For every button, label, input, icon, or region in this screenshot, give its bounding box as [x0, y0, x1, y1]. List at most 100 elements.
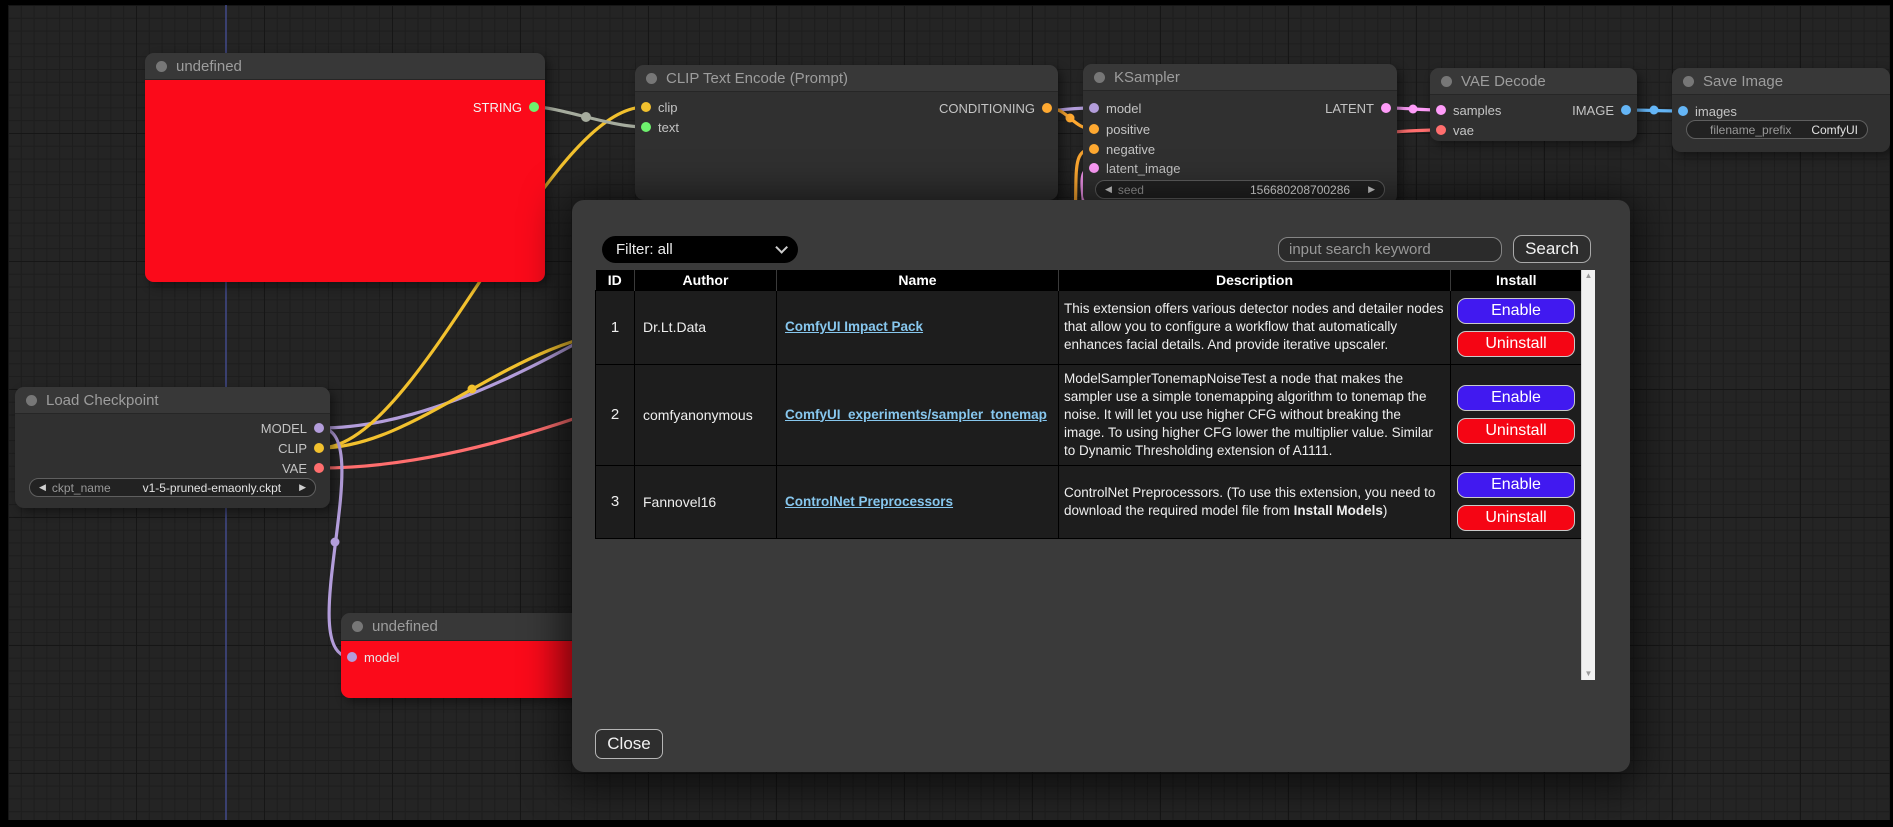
collapse-dot-icon[interactable] [1441, 76, 1452, 87]
filter-select[interactable]: Filter: all [602, 236, 798, 263]
output-slot-vae[interactable]: VAE [282, 458, 324, 478]
next-arrow-icon[interactable]: ▶ [299, 482, 306, 493]
collapse-dot-icon[interactable] [352, 621, 363, 632]
scroll-down-icon[interactable]: ▼ [1585, 670, 1593, 678]
input-slot-samples[interactable]: samples [1436, 100, 1501, 120]
collapse-dot-icon[interactable] [1094, 72, 1105, 83]
input-slot-clip[interactable]: clip [641, 97, 678, 117]
node-clip-text-encode[interactable]: CLIP Text Encode (Prompt) clip text COND… [635, 65, 1058, 200]
slot-dot-image[interactable] [1621, 105, 1631, 115]
slot-label: text [658, 120, 679, 135]
collapse-dot-icon[interactable] [646, 73, 657, 84]
slot-label: CONDITIONING [939, 101, 1035, 116]
prev-arrow-icon[interactable]: ◀ [39, 482, 46, 493]
input-slot-images[interactable]: images [1678, 101, 1737, 121]
slot-dot-model-out[interactable] [314, 423, 324, 433]
node-vae-decode-header[interactable]: VAE Decode [1430, 68, 1637, 95]
extension-link[interactable]: ComfyUI Impact Pack [785, 319, 923, 334]
node-title: Save Image [1703, 73, 1783, 90]
widget-label: ckpt_name [52, 481, 111, 495]
slot-dot-latent[interactable] [1381, 103, 1391, 113]
input-slot-positive[interactable]: positive [1089, 119, 1150, 139]
node-load-checkpoint[interactable]: Load Checkpoint MODEL CLIP VAE ◀ ckpt_na… [15, 387, 330, 508]
node-ksampler-header[interactable]: KSampler [1083, 64, 1397, 91]
uninstall-button[interactable]: Uninstall [1457, 331, 1575, 357]
slot-dot-vae-out[interactable] [314, 463, 324, 473]
chevron-down-icon [775, 241, 788, 254]
widget-value: 156680208700286 [1250, 183, 1350, 197]
node-title: undefined [176, 58, 242, 75]
scroll-up-icon[interactable]: ▲ [1585, 272, 1593, 280]
slot-label: positive [1106, 122, 1150, 137]
uninstall-button[interactable]: Uninstall [1457, 418, 1575, 444]
slot-dot-model[interactable] [347, 652, 357, 662]
node-title: KSampler [1114, 69, 1180, 86]
slot-dot-text[interactable] [641, 122, 651, 132]
node-ksampler[interactable]: KSampler model positive negative latent_… [1083, 64, 1397, 204]
decrement-arrow-icon[interactable]: ◀ [1105, 184, 1112, 195]
slot-label: IMAGE [1572, 103, 1614, 118]
cell-author: Fannovel16 [635, 465, 777, 538]
filter-selected-value: Filter: all [616, 241, 673, 258]
col-header-description: Description [1059, 270, 1451, 290]
output-slot-latent[interactable]: LATENT [1325, 98, 1391, 118]
ckpt-name-widget[interactable]: ◀ ckpt_name v1-5-pruned-emaonly.ckpt ▶ [29, 478, 316, 497]
filename-prefix-widget[interactable]: filename_prefix ComfyUI [1686, 120, 1868, 139]
search-input[interactable] [1278, 237, 1502, 262]
slot-dot-clip[interactable] [641, 102, 651, 112]
table-scrollbar[interactable]: ▲ ▼ [1581, 270, 1595, 680]
slot-label: latent_image [1106, 161, 1180, 176]
search-button[interactable]: Search [1513, 235, 1591, 263]
node-vae-decode[interactable]: VAE Decode samples vae IMAGE [1430, 68, 1637, 141]
output-slot-conditioning[interactable]: CONDITIONING [939, 98, 1052, 118]
slot-dot-string[interactable] [529, 102, 539, 112]
slot-dot-images[interactable] [1678, 106, 1688, 116]
collapse-dot-icon[interactable] [1683, 76, 1694, 87]
node-save-image-header[interactable]: Save Image [1672, 68, 1890, 95]
cell-description: ControlNet Preprocessors. (To use this e… [1059, 465, 1451, 538]
input-slot-vae[interactable]: vae [1436, 120, 1474, 140]
slot-dot-model[interactable] [1089, 103, 1099, 113]
node-load-checkpoint-header[interactable]: Load Checkpoint [15, 387, 330, 414]
window-frame [0, 0, 1893, 5]
node-undefined-top-header[interactable]: undefined [145, 53, 545, 80]
node-clip-text-encode-header[interactable]: CLIP Text Encode (Prompt) [635, 65, 1058, 92]
slot-dot-clip-out[interactable] [314, 443, 324, 453]
output-slot-string[interactable]: STRING [473, 97, 539, 117]
slot-dot-conditioning[interactable] [1042, 103, 1052, 113]
slot-dot-latent-image[interactable] [1089, 163, 1099, 173]
collapse-dot-icon[interactable] [156, 61, 167, 72]
close-button-label: Close [607, 734, 650, 754]
output-slot-model[interactable]: MODEL [261, 418, 324, 438]
widget-label: filename_prefix [1710, 123, 1791, 137]
increment-arrow-icon[interactable]: ▶ [1368, 184, 1375, 195]
slot-dot-samples[interactable] [1436, 105, 1446, 115]
description-text: ) [1383, 503, 1388, 518]
input-slot-model[interactable]: model [347, 647, 399, 667]
input-slot-negative[interactable]: negative [1089, 139, 1155, 159]
node-save-image[interactable]: Save Image images filename_prefix ComfyU… [1672, 68, 1890, 152]
uninstall-button[interactable]: Uninstall [1457, 505, 1575, 531]
collapse-dot-icon[interactable] [26, 395, 37, 406]
seed-widget[interactable]: ◀ seed 156680208700286 ▶ [1095, 180, 1385, 199]
slot-label: LATENT [1325, 101, 1374, 116]
slot-dot-negative[interactable] [1089, 144, 1099, 154]
slot-dot-vae[interactable] [1436, 125, 1446, 135]
close-button[interactable]: Close [595, 729, 663, 759]
description-bold-text: Install Models [1294, 503, 1383, 518]
input-slot-model[interactable]: model [1089, 98, 1141, 118]
enable-button[interactable]: Enable [1457, 385, 1575, 411]
widget-label: seed [1118, 183, 1144, 197]
enable-button[interactable]: Enable [1457, 298, 1575, 324]
node-undefined-top[interactable]: undefined STRING [145, 53, 545, 282]
input-slot-text[interactable]: text [641, 117, 679, 137]
slot-label: vae [1453, 123, 1474, 138]
slot-dot-positive[interactable] [1089, 124, 1099, 134]
extension-link[interactable]: ControlNet Preprocessors [785, 494, 953, 509]
extension-link[interactable]: ComfyUI_experiments/sampler_tonemap [785, 407, 1047, 422]
node-title: undefined [372, 618, 438, 635]
input-slot-latent-image[interactable]: latent_image [1089, 158, 1180, 178]
output-slot-image[interactable]: IMAGE [1572, 100, 1631, 120]
output-slot-clip[interactable]: CLIP [278, 438, 324, 458]
enable-button[interactable]: Enable [1457, 472, 1575, 498]
